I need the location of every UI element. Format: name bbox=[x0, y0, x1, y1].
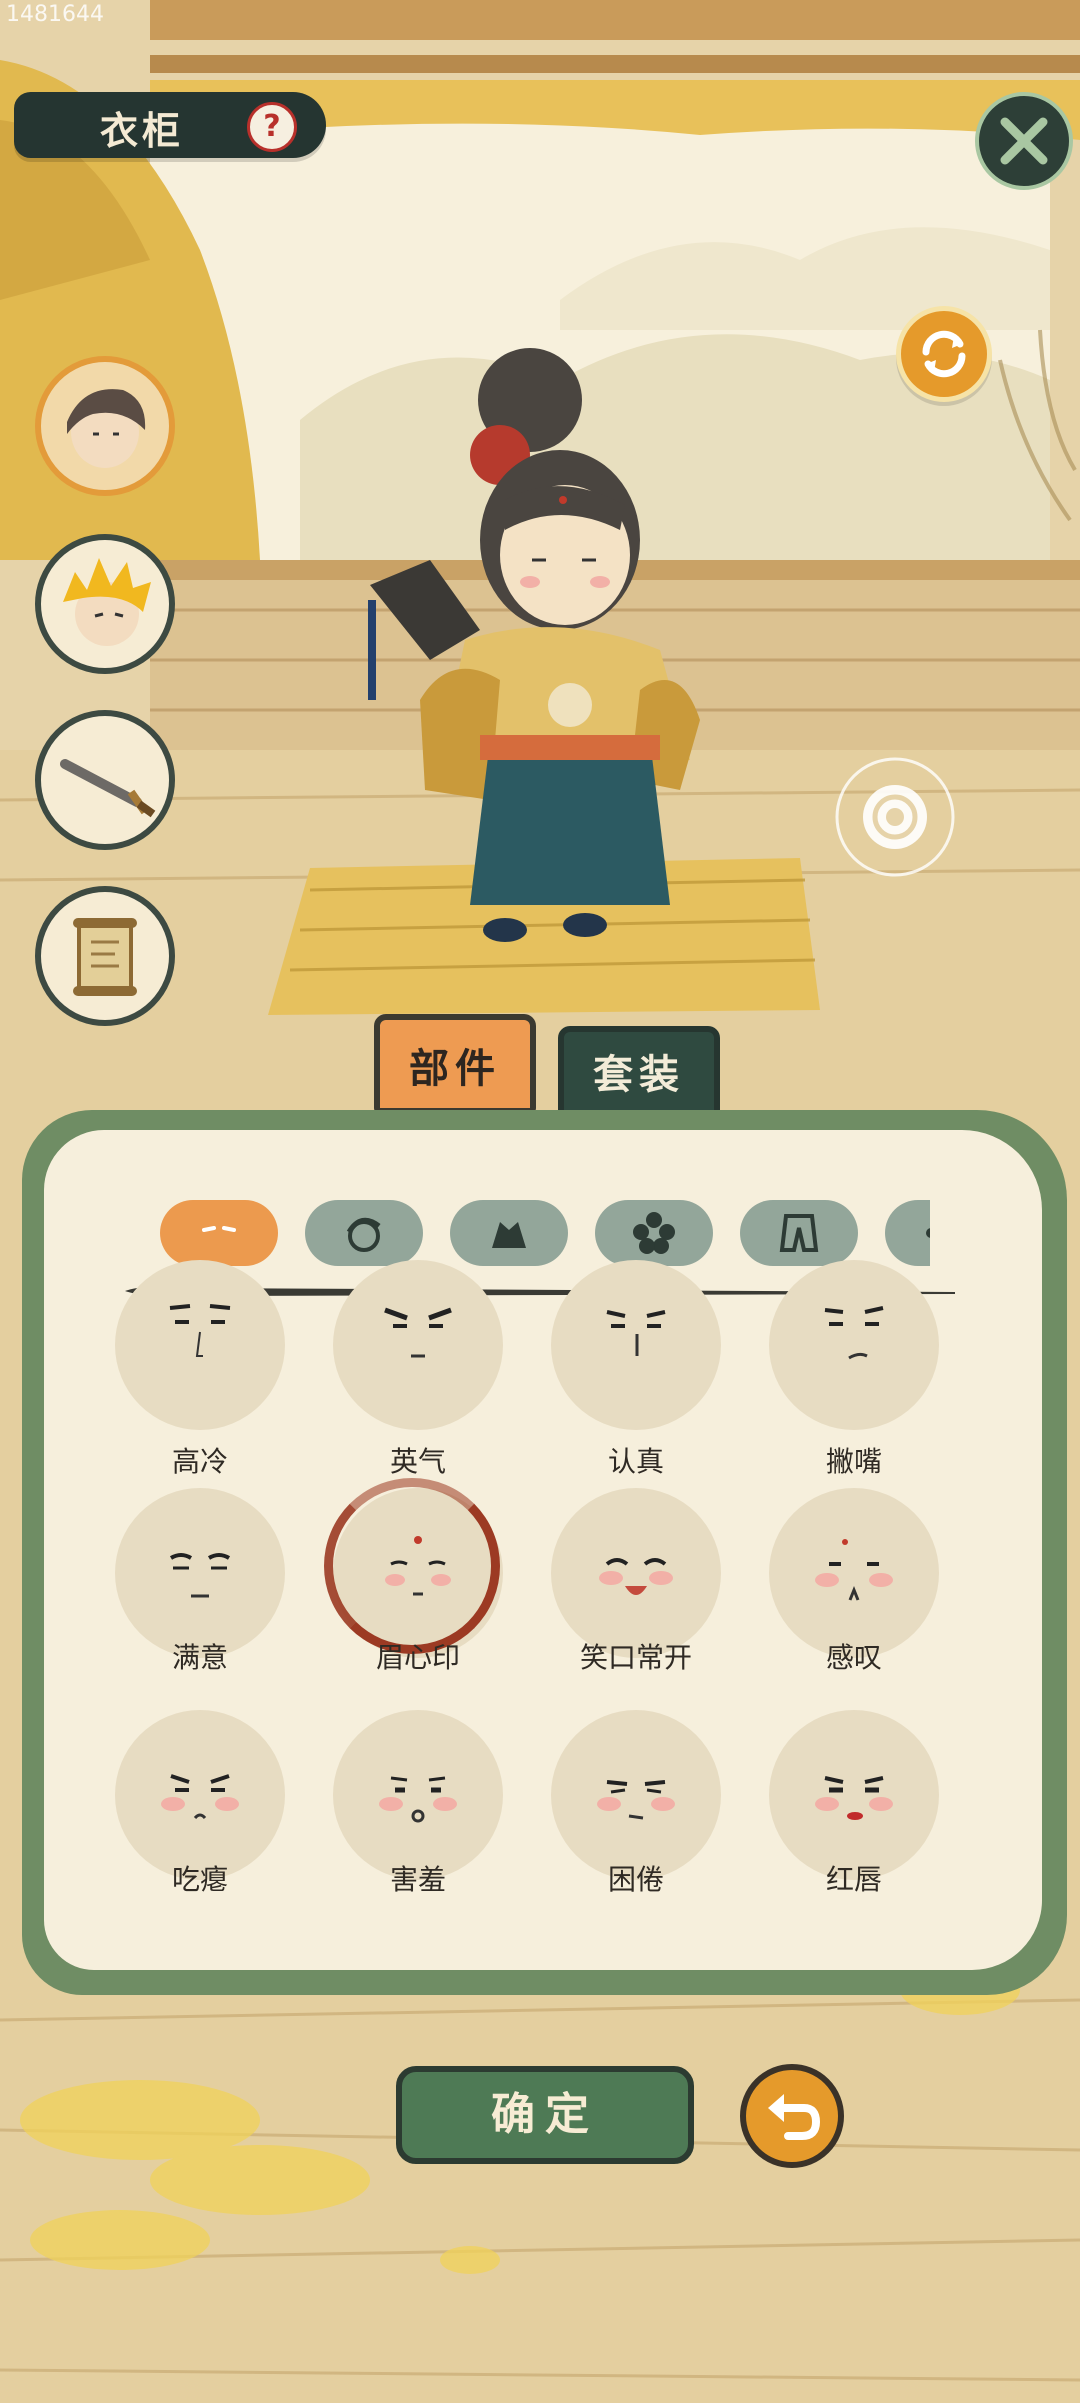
expression-label: 笑口常开 bbox=[579, 1641, 692, 1674]
expression-item[interactable]: 认真 bbox=[536, 1260, 736, 1510]
expression-label: 满意 bbox=[171, 1641, 228, 1674]
expression-item[interactable]: 害羞 bbox=[318, 1710, 518, 1920]
expression-label: 困倦 bbox=[607, 1863, 664, 1896]
category-clothing[interactable] bbox=[450, 1200, 568, 1266]
expression-item[interactable]: 满意 bbox=[100, 1488, 300, 1698]
expression-label: 认真 bbox=[607, 1445, 664, 1478]
expression-face bbox=[769, 1260, 939, 1430]
expression-face bbox=[551, 1260, 721, 1430]
character-male-icon bbox=[67, 389, 146, 468]
side-item-sword[interactable] bbox=[35, 710, 175, 850]
expression-grid: 高冷 英气 认真 撇嘴 满意 眉心印 笑口常开 感叹 吃瘪 害羞 困倦 红唇 bbox=[100, 1260, 980, 1940]
expression-item[interactable]: 高冷 bbox=[100, 1260, 300, 1510]
category-expression[interactable] bbox=[160, 1200, 278, 1266]
expression-icon bbox=[202, 1226, 236, 1232]
character-golden-hair-icon bbox=[63, 558, 151, 646]
expression-face bbox=[551, 1488, 721, 1658]
scroll-icon bbox=[73, 918, 137, 996]
more-icon bbox=[926, 1228, 930, 1238]
expression-face bbox=[551, 1710, 721, 1880]
clothing-icon bbox=[492, 1222, 526, 1248]
side-item-golden-hair-character[interactable] bbox=[35, 534, 175, 674]
category-pants[interactable] bbox=[740, 1200, 858, 1266]
pants-icon bbox=[779, 1214, 819, 1252]
expression-label: 吃瘪 bbox=[171, 1863, 228, 1896]
expression-face bbox=[115, 1710, 285, 1880]
expression-label: 红唇 bbox=[825, 1863, 882, 1896]
page-title: 衣柜 bbox=[100, 108, 185, 153]
category-more[interactable] bbox=[885, 1200, 930, 1266]
side-item-male-character[interactable] bbox=[35, 356, 175, 496]
expression-face bbox=[115, 1260, 285, 1430]
category-accessory[interactable] bbox=[595, 1200, 713, 1266]
side-item-scroll[interactable] bbox=[35, 886, 175, 1026]
close-button[interactable] bbox=[975, 92, 1073, 190]
tab-sets[interactable]: 套装 bbox=[558, 1026, 720, 1116]
expression-label: 英气 bbox=[389, 1445, 446, 1478]
expression-face bbox=[769, 1488, 939, 1658]
expression-label: 撇嘴 bbox=[825, 1445, 882, 1478]
expression-label: 感叹 bbox=[825, 1641, 882, 1674]
build-watermark: 1481644 bbox=[6, 2, 104, 27]
sword-icon bbox=[60, 759, 156, 818]
hair-icon bbox=[346, 1217, 381, 1252]
expression-face bbox=[115, 1488, 285, 1658]
question-icon: ? bbox=[263, 109, 281, 144]
confirm-button[interactable]: 确定 bbox=[396, 2066, 694, 2164]
expression-label: 眉心印 bbox=[375, 1641, 460, 1674]
expression-item[interactable]: 困倦 bbox=[536, 1710, 736, 1920]
refresh-icon bbox=[922, 330, 966, 378]
expression-label: 害羞 bbox=[389, 1863, 446, 1896]
rotate-character-control[interactable] bbox=[830, 752, 960, 882]
expression-item[interactable]: 吃瘪 bbox=[100, 1710, 300, 1920]
tab-parts[interactable]: 部件 bbox=[374, 1014, 536, 1114]
undo-button[interactable] bbox=[740, 2064, 844, 2168]
expression-item[interactable]: 感叹 bbox=[754, 1488, 954, 1698]
expression-face bbox=[333, 1260, 503, 1430]
refresh-button[interactable] bbox=[896, 306, 992, 402]
expression-item[interactable]: 撇嘴 bbox=[754, 1260, 954, 1510]
expression-label: 高冷 bbox=[171, 1445, 228, 1478]
undo-icon bbox=[768, 2094, 821, 2140]
selected-ring bbox=[324, 1478, 500, 1654]
expression-face bbox=[333, 1710, 503, 1880]
close-icon bbox=[1000, 117, 1048, 165]
expression-face bbox=[769, 1710, 939, 1880]
category-hair[interactable] bbox=[305, 1200, 423, 1266]
flower-icon bbox=[633, 1212, 675, 1254]
expression-item[interactable]: 红唇 bbox=[754, 1710, 954, 1920]
expression-item-selected[interactable]: 眉心印 bbox=[318, 1478, 518, 1698]
help-button[interactable]: ? bbox=[247, 102, 297, 152]
expression-item[interactable]: 笑口常开 bbox=[536, 1488, 736, 1698]
